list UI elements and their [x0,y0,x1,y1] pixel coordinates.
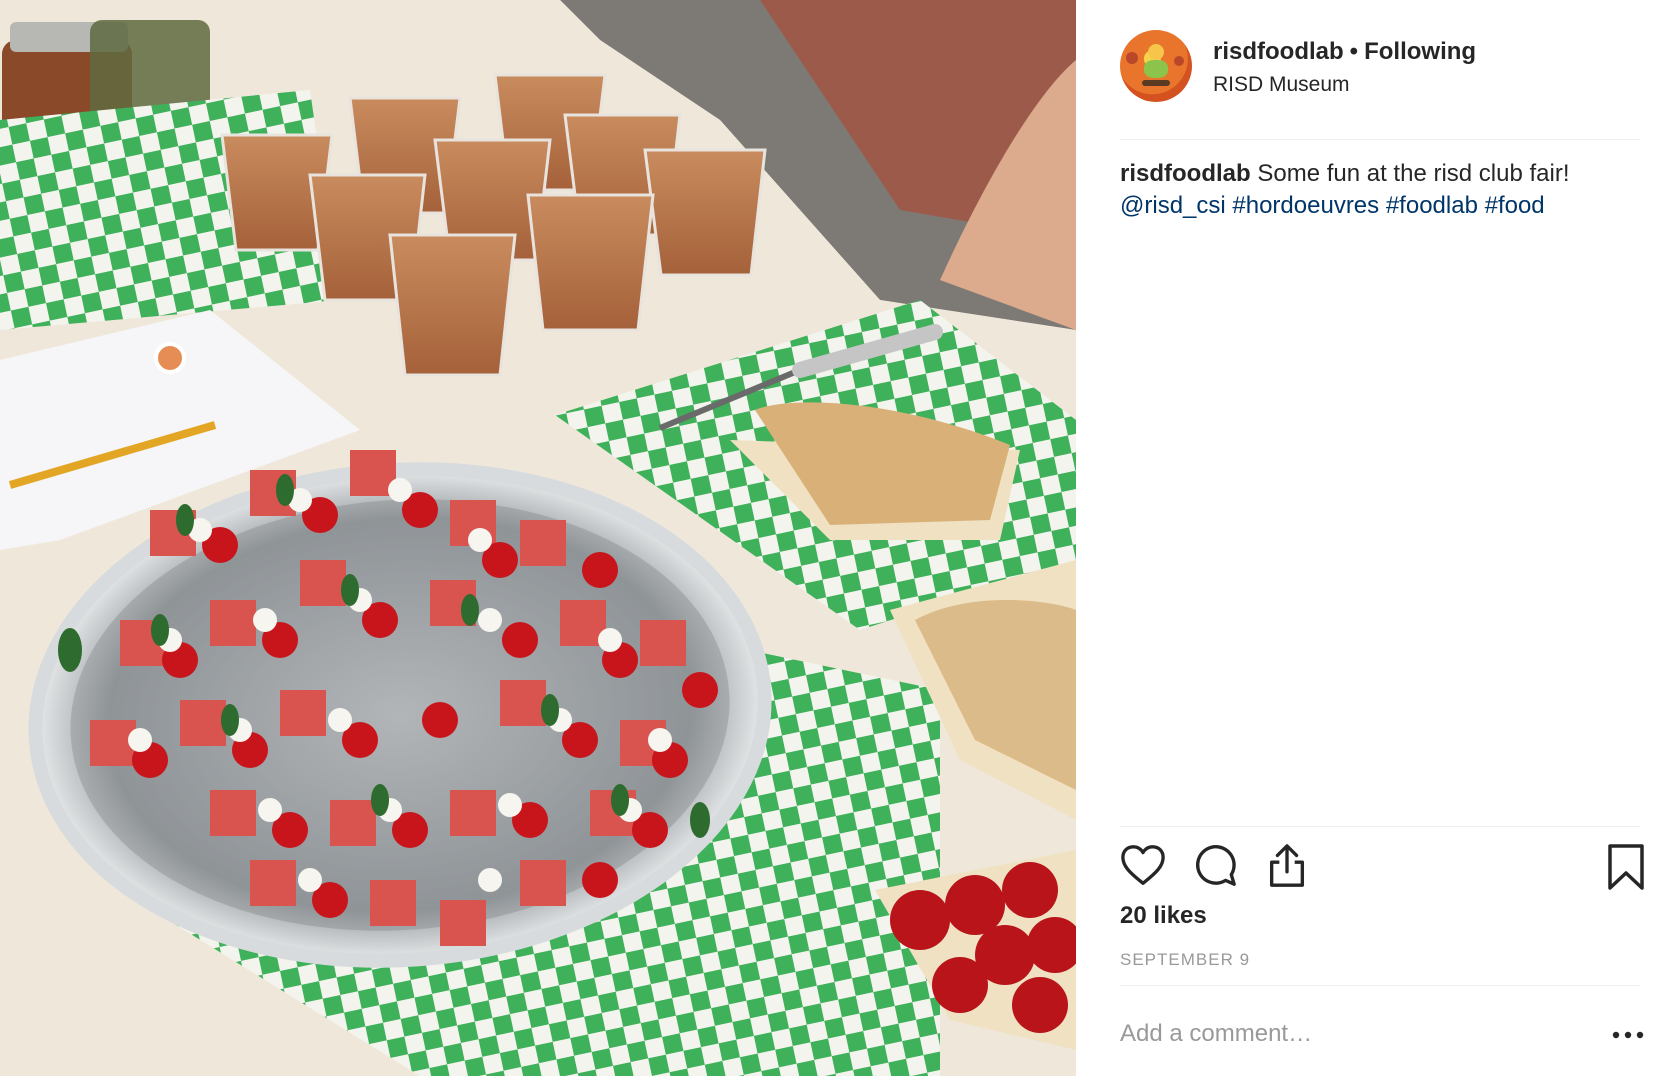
post-side-panel: risdfoodlab • Following RISD Museum risdfo… [1076,0,1678,1076]
caption-text: Some fun at the risd club fair! [1257,160,1570,187]
separator-dot: • [1349,38,1359,65]
avatar[interactable] [1120,30,1192,102]
action-bar [1120,843,1645,891]
username-link[interactable]: risdfoodlab [1213,38,1344,65]
actions-divider [1120,826,1640,827]
caption-username[interactable]: risdfoodlab [1120,160,1251,187]
hashtag-link[interactable]: #hordoeuvres [1232,192,1379,219]
likes-count[interactable]: 20 likes [1120,902,1207,930]
post-photo[interactable] [0,0,1076,1076]
comment-input[interactable] [1120,1014,1580,1054]
location-link[interactable]: RISD Museum [1213,73,1350,97]
hashtag-link[interactable]: #foodlab [1386,192,1478,219]
following-button[interactable]: Following [1364,38,1476,65]
header-divider [1120,139,1640,140]
bookmark-icon[interactable] [1604,843,1652,891]
post-caption: risdfoodlab Some fun at the risd club fa… [1120,158,1645,222]
mention-link[interactable]: @risd_csi [1120,192,1226,219]
post-image [0,0,1076,1076]
comment-bubble-icon[interactable] [1192,843,1240,891]
hashtag-link[interactable]: #food [1485,192,1545,219]
username-row: risdfoodlab • Following [1213,38,1476,66]
post-header: risdfoodlab • Following RISD Museum [1120,30,1640,110]
heart-icon[interactable] [1120,843,1168,891]
post-date[interactable]: SEPTEMBER 9 [1120,950,1250,970]
share-icon[interactable] [1264,843,1312,891]
comment-divider [1120,985,1640,986]
more-options-icon[interactable] [1610,1020,1646,1050]
